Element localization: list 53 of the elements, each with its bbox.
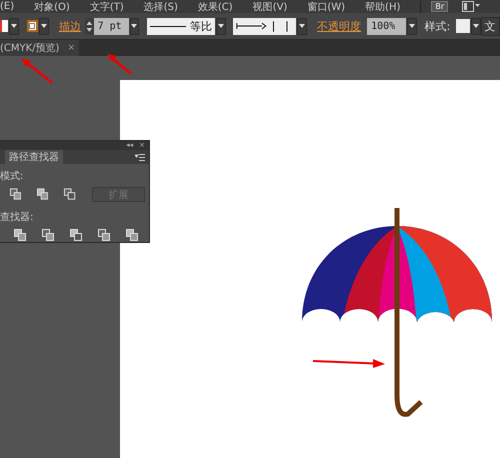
dropdown-button[interactable] (406, 18, 417, 34)
caret-icon (131, 24, 138, 28)
shape-icon[interactable] (98, 229, 110, 241)
document-tab[interactable]: (CMYK/预览) × (0, 40, 79, 56)
fill-swatch[interactable] (0, 20, 8, 32)
stroke-profile-dropdown[interactable]: 等比 (147, 18, 216, 34)
menu-item[interactable]: 窗口(W) (307, 0, 346, 14)
opacity-field[interactable]: 100% (367, 18, 406, 34)
style-swatch[interactable] (456, 19, 470, 33)
shape-icon[interactable] (70, 229, 82, 241)
annotation-arrow (21, 58, 53, 84)
stroke-swatch[interactable] (26, 20, 38, 32)
menu-item[interactable]: 帮助(H) (365, 0, 400, 14)
shape-modes-label: 模式: (0, 170, 24, 183)
menu-item[interactable]: 视图(V) (252, 0, 288, 14)
caret-icon (299, 24, 306, 28)
caret-icon (408, 24, 415, 28)
opacity-link[interactable]: 不透明度 (317, 18, 362, 34)
dropdown-button[interactable] (470, 18, 481, 34)
shape-icon[interactable] (42, 229, 54, 241)
menu-item[interactable]: 文字(T) (90, 0, 124, 14)
layout-icon[interactable] (462, 1, 480, 12)
arrowhead-dropdown[interactable] (232, 18, 296, 34)
shape-icon[interactable] (14, 229, 26, 241)
text-button[interactable]: 文 (480, 16, 500, 36)
menu-item[interactable]: 对象(O) (34, 0, 70, 14)
dropdown-button[interactable] (130, 18, 140, 34)
shape-icon[interactable] (126, 229, 138, 241)
stroke-link[interactable]: 描边 (58, 18, 81, 34)
shape-icon[interactable] (10, 188, 22, 200)
bridge-button[interactable]: Br (431, 1, 448, 12)
caret-icon (10, 24, 17, 28)
square-icon (29, 23, 36, 29)
menu-item[interactable]: 选择(S) (144, 0, 178, 14)
pathfinders-label: 查找器: (0, 210, 34, 224)
dropdown-button[interactable] (216, 18, 226, 34)
shape-icon[interactable] (64, 188, 76, 200)
dropdown-button[interactable] (8, 18, 18, 34)
stroke-weight-field[interactable]: 7 pt (94, 18, 129, 34)
caret-icon (472, 24, 479, 28)
menu-item[interactable]: 效果(C) (198, 0, 233, 14)
menu-item[interactable]: (E) (0, 1, 14, 12)
panel-tab[interactable]: 路径查找器 (5, 150, 63, 164)
menu-icon[interactable] (135, 154, 145, 160)
style-label: 样式: (424, 18, 450, 34)
shape-icon[interactable] (37, 188, 48, 200)
spinner-icon[interactable] (84, 18, 94, 34)
caret-icon (41, 24, 48, 28)
dropdown-button[interactable] (297, 18, 308, 34)
dropdown-button[interactable] (39, 18, 49, 34)
close-button[interactable]: × (67, 43, 75, 53)
caret-icon (218, 24, 224, 28)
annotation-arrow (107, 54, 132, 75)
